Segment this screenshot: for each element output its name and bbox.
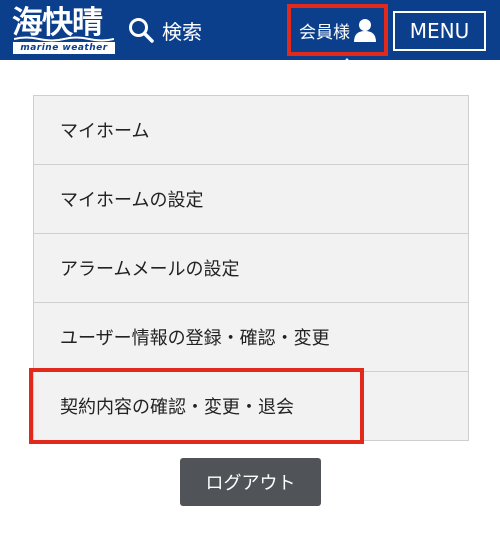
dropdown-caret [338, 58, 356, 68]
menu-item-my-home[interactable]: マイホーム [34, 96, 468, 165]
menu-item-alarm-mail-settings[interactable]: アラームメールの設定 [34, 234, 468, 303]
menu-item-my-home-settings[interactable]: マイホームの設定 [34, 165, 468, 234]
logo-title: 海快晴 [12, 5, 103, 41]
logo-subtitle: marine weather [13, 42, 115, 54]
site-logo[interactable]: 海快晴 marine weather [12, 5, 115, 54]
member-label: 会員様 [299, 22, 350, 43]
menu-item-contract[interactable]: 契約内容の確認・変更・退会 [34, 372, 468, 440]
app-header: 海快晴 marine weather 検索 会員様 MENU [0, 0, 500, 60]
menu-button[interactable]: MENU [393, 11, 486, 51]
logout-button[interactable]: ログアウト [180, 458, 321, 506]
menu-item-user-info[interactable]: ユーザー情報の登録・確認・変更 [34, 303, 468, 372]
search-button[interactable]: 検索 [128, 12, 202, 48]
member-dropdown-panel: マイホーム マイホームの設定 アラームメールの設定 ユーザー情報の登録・確認・変… [0, 60, 500, 534]
search-label: 検索 [162, 19, 202, 44]
user-icon [354, 19, 376, 42]
member-button[interactable]: 会員様 [287, 4, 388, 56]
member-menu-list: マイホーム マイホームの設定 アラームメールの設定 ユーザー情報の登録・確認・変… [33, 95, 469, 441]
search-icon [129, 18, 154, 43]
